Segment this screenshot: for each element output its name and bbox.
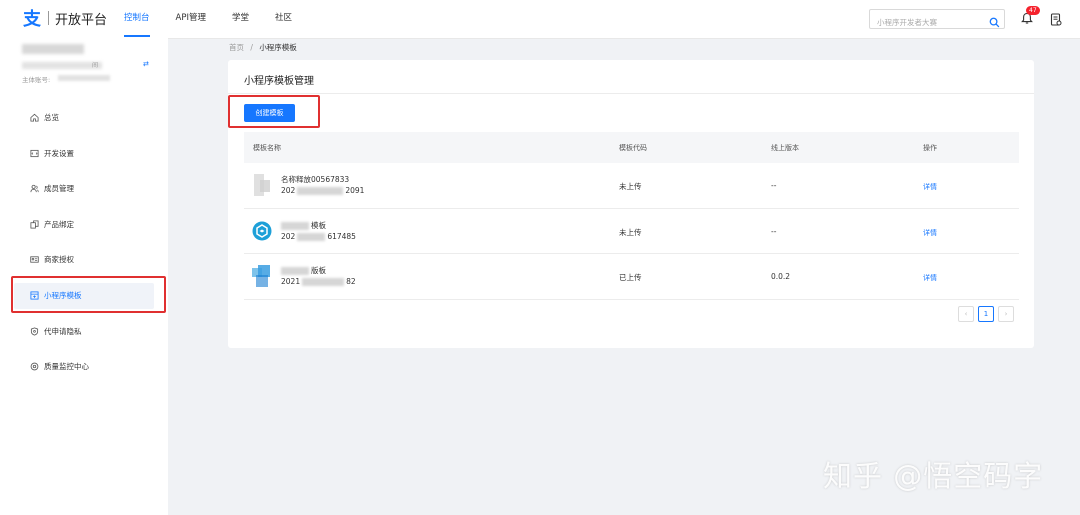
column-header-version: 线上版本 — [771, 144, 799, 152]
sidebar-item-product-binding[interactable]: 产品绑定 — [14, 207, 154, 243]
online-version: -- — [771, 226, 777, 236]
online-version: 0.0.2 — [771, 272, 791, 281]
top-bar: 支 开放平台 控制台 API管理 学堂 社区 47 — [0, 0, 1080, 39]
template-table: 模板名称 模板代码 线上版本 操作 名称释放00567833 202 2091 未… — [244, 132, 1019, 300]
template-name-line: 版板 — [281, 265, 326, 276]
template-thumbnail — [252, 174, 272, 196]
account-suffix: 间 — [92, 62, 99, 69]
nav-community[interactable]: 社区 — [275, 0, 292, 37]
redacted-block — [281, 221, 309, 230]
table-row: 模板 202 617485 未上传 -- 详情 — [244, 209, 1019, 254]
breadcrumb-home[interactable]: 首页 — [229, 43, 244, 52]
template-code-status: 未上传 — [619, 227, 642, 237]
sidebar-item-dev-settings[interactable]: 开发设置 — [14, 136, 154, 172]
subject-account-label: 主体账号: — [22, 76, 51, 84]
sidebar-item-label: 商家授权 — [44, 255, 74, 265]
detail-link[interactable]: 详情 — [923, 228, 937, 238]
template-id-line: 202 617485 — [281, 232, 356, 241]
account-name-redacted — [22, 44, 84, 54]
page-title: 小程序模板管理 — [244, 76, 314, 87]
brand-logo[interactable]: 支 开放平台 — [22, 8, 108, 30]
gear-icon — [28, 362, 40, 371]
redacted-block — [297, 232, 326, 241]
sidebar-item-label: 代申请隐私 — [44, 326, 82, 336]
users-icon — [28, 184, 40, 193]
column-header-name: 模板名称 — [253, 144, 281, 152]
detail-link[interactable]: 详情 — [923, 182, 937, 192]
template-id-suffix: 617485 — [327, 231, 356, 241]
redacted-block — [302, 278, 345, 286]
template-thumbnail — [252, 265, 272, 287]
template-name: 名称释放00567833 — [281, 175, 350, 184]
brand-name: 开放平台 — [55, 12, 108, 28]
prev-page-button[interactable]: ‹ — [958, 306, 974, 322]
template-id-prefix: 202 — [281, 186, 296, 195]
subject-account-redacted — [58, 75, 110, 81]
link-icon — [28, 220, 40, 229]
sidebar-item-privacy-proxy[interactable]: 代申请隐私 — [14, 314, 154, 350]
nav-school[interactable]: 学堂 — [232, 0, 249, 37]
sidebar-item-label: 产品绑定 — [44, 219, 74, 229]
home-icon — [28, 113, 40, 122]
template-name-line: 模板 — [281, 220, 326, 231]
divider — [228, 93, 1034, 94]
template-id-prefix: 2021 — [281, 277, 301, 286]
search-icon[interactable] — [989, 13, 1000, 32]
code-icon — [28, 149, 40, 158]
switch-account-icon[interactable]: ⇄ — [143, 60, 149, 68]
template-thumbnail — [252, 220, 272, 242]
column-header-actions: 操作 — [923, 144, 937, 152]
sidebar-menu: 总览 开发设置 成员管理 产品绑定 商家授权 小程序模板 代申请隐私 质量监控中… — [14, 100, 154, 385]
highlight-create-button — [228, 95, 320, 128]
template-id-prefix: 202 — [281, 231, 296, 241]
page-button-1[interactable]: 1 — [978, 306, 994, 322]
table-row: 版板 2021 82 已上传 0.0.2 详情 — [244, 254, 1019, 300]
template-name: 模板 — [311, 220, 326, 230]
template-management-card: 小程序模板管理 创建模板 模板名称 模板代码 线上版本 操作 名称释放00567… — [228, 60, 1034, 348]
template-id-line: 202 2091 — [281, 186, 364, 195]
id-card-icon — [28, 255, 40, 264]
document-icon[interactable] — [1050, 11, 1062, 30]
redacted-block — [281, 267, 309, 275]
sidebar-item-overview[interactable]: 总览 — [14, 100, 154, 136]
search-box — [869, 9, 1005, 32]
sidebar-item-label: 总览 — [44, 113, 59, 123]
template-code-status: 已上传 — [619, 273, 642, 282]
sidebar-item-members[interactable]: 成员管理 — [14, 171, 154, 207]
online-version: -- — [771, 181, 777, 190]
top-nav: 控制台 API管理 学堂 社区 — [124, 0, 318, 37]
breadcrumb-separator: / — [250, 43, 253, 52]
alipay-logo-icon: 支 — [23, 9, 41, 30]
template-name: 版板 — [311, 266, 326, 275]
breadcrumb-current: 小程序模板 — [259, 43, 297, 52]
redacted-block — [297, 187, 344, 195]
sidebar-item-label: 成员管理 — [44, 184, 74, 194]
shield-icon — [28, 327, 40, 336]
template-id-line: 2021 82 — [281, 277, 356, 286]
sidebar-item-merchant-auth[interactable]: 商家授权 — [14, 242, 154, 278]
notification-badge: 47 — [1026, 6, 1040, 15]
breadcrumb: 首页 / 小程序模板 — [229, 42, 297, 53]
next-page-button[interactable]: › — [998, 306, 1014, 322]
template-code-status: 未上传 — [619, 182, 642, 191]
table-row: 名称释放00567833 202 2091 未上传 -- 详情 — [244, 163, 1019, 209]
sidebar-item-quality-monitor[interactable]: 质量监控中心 — [14, 349, 154, 385]
nav-api-management[interactable]: API管理 — [176, 0, 206, 37]
account-id-redacted — [22, 62, 102, 69]
highlight-template-menu — [11, 276, 166, 313]
detail-link[interactable]: 详情 — [923, 273, 937, 283]
logo-divider — [48, 11, 49, 25]
search-input[interactable] — [875, 13, 987, 32]
sidebar-item-label: 开发设置 — [44, 148, 74, 158]
nav-console[interactable]: 控制台 — [124, 0, 150, 37]
watermark: 知乎 @悟空码字 — [823, 459, 1044, 493]
column-header-code: 模板代码 — [619, 144, 647, 152]
sidebar-item-label: 质量监控中心 — [44, 362, 89, 372]
template-id-suffix: 82 — [346, 277, 356, 286]
pagination: ‹ 1 › — [954, 306, 1014, 322]
template-id-suffix: 2091 — [345, 186, 365, 195]
table-header: 模板名称 模板代码 线上版本 操作 — [244, 132, 1019, 163]
